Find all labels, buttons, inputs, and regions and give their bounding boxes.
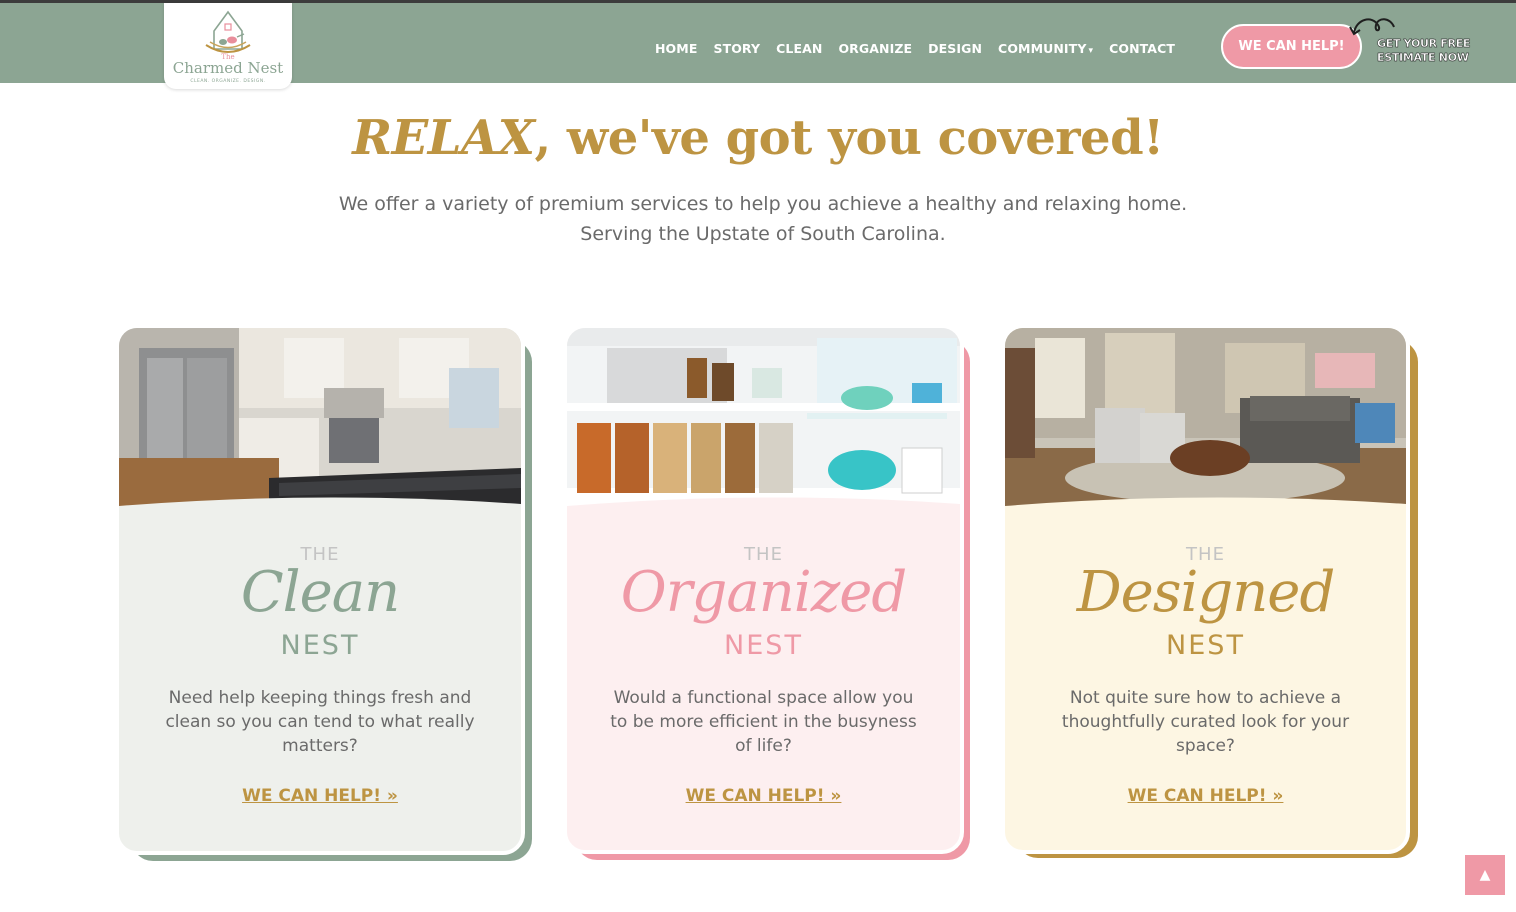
card-clean: THE Clean NEST Need help keeping things … [115,324,525,855]
card-clean-link[interactable]: WE CAN HELP! » [119,786,521,806]
card-organized-link[interactable]: WE CAN HELP! » [567,786,960,806]
estimate-line-2: ESTIMATE NOW [1377,51,1469,64]
kitchen-photo [119,328,521,508]
card-title: Clean [240,560,400,625]
title-rest: , we've got you covered! [534,110,1164,166]
card-description: Would a functional space allow you to be… [610,688,917,756]
page-title: RELAX, we've got you covered! [0,110,1516,166]
subtitle-line-1: We offer a variety of premium services t… [338,193,1188,215]
estimate-line-1: GET YOUR FREE [1377,37,1471,50]
scroll-to-top-button[interactable]: ▲ [1465,855,1505,895]
chevron-down-icon: ▾ [1088,46,1094,56]
card-designed-link[interactable]: WE CAN HELP! » [1005,786,1406,806]
card-title: Designed [1076,560,1336,625]
nav-contact[interactable]: CONTACT [1101,41,1183,56]
pantry-image [567,328,960,508]
we-can-help-button[interactable]: WE CAN HELP! [1221,24,1362,69]
living-room-image [1005,328,1406,508]
nav-design[interactable]: DESIGN [920,41,990,56]
card-wave-divider [1005,497,1406,516]
living-room-photo [1005,328,1406,508]
card-description: Not quite sure how to achieve a thoughtf… [1061,688,1350,756]
nav-organize[interactable]: ORGANIZE [830,41,920,56]
main-nav: HOME STORY CLEAN ORGANIZE DESIGN COMMUNI… [647,41,1183,56]
title-emphasis: RELAX [352,110,535,166]
pantry-photo [567,328,960,508]
card-nest-label: NEST [1166,630,1245,661]
logo-tagline: CLEAN. ORGANIZE. DESIGN. [190,79,266,84]
site-logo[interactable]: The Charmed Nest CLEAN. ORGANIZE. DESIGN… [164,3,292,89]
subtitle-line-2: Serving the Upstate of South Carolina. [580,223,946,245]
card-title: Organized [620,560,907,625]
nav-home[interactable]: HOME [647,41,705,56]
card-nest-label: NEST [280,630,360,661]
logo-name: Charmed Nest [172,59,284,77]
nav-story[interactable]: STORY [705,41,768,56]
nest-house-icon [205,10,251,53]
nav-community-label: COMMUNITY [998,41,1087,56]
card-designed: THE Designed NEST Not quite sure how to … [1001,324,1410,854]
page-subtitle: We offer a variety of premium services t… [0,189,1516,249]
free-estimate-link[interactable]: GET YOUR FREE ESTIMATE NOW [1377,37,1477,65]
nav-clean[interactable]: CLEAN [768,41,830,56]
card-nest-label: NEST [724,630,803,661]
chevron-up-icon: ▲ [1479,867,1491,883]
card-organized: THE Organized NEST Would a functional sp… [563,324,964,854]
nav-community[interactable]: COMMUNITY ▾ [990,41,1101,56]
card-description: Need help keeping things fresh and clean… [165,688,475,756]
card-wave-divider [119,497,521,516]
kitchen-image [119,328,521,508]
card-wave-divider [567,497,960,516]
